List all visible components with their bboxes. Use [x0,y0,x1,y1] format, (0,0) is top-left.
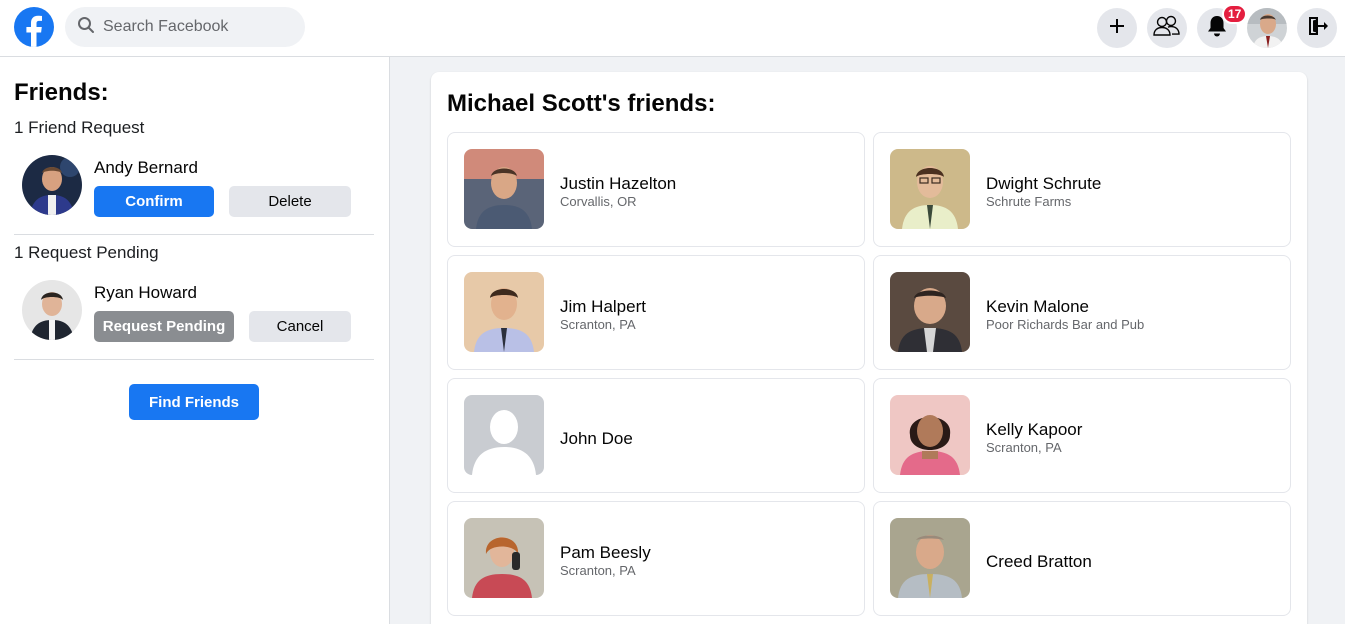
friends-icon [1152,15,1182,42]
friend-card[interactable]: Jim Halpert Scranton, PA [447,255,865,370]
friend-location: Scranton, PA [560,317,636,332]
delete-button[interactable]: Delete [229,186,351,217]
friend-name[interactable]: John Doe [560,429,633,449]
friend-name[interactable]: Jim Halpert [560,297,646,317]
search-bar[interactable] [65,7,305,47]
friend-photo[interactable] [464,149,544,229]
find-friends-button[interactable]: Find Friends [129,384,259,420]
pending-requests-heading: 1 Request Pending [14,243,159,262]
friend-name[interactable]: Pam Beesly [560,543,651,563]
request-pending-button[interactable]: Request Pending [94,311,234,342]
friend-card[interactable]: Kevin Malone Poor Richards Bar and Pub [873,255,1291,370]
friend-location: Poor Richards Bar and Pub [986,317,1145,332]
friends-sidebar: Friends: 1 Friend Request Andy Bernard C… [0,57,390,624]
divider [14,234,374,235]
friend-name[interactable]: Dwight Schrute [986,174,1101,194]
friend-card[interactable]: Kelly Kapoor Scranton, PA [873,378,1291,493]
page-title: Michael Scott's friends: [447,90,716,117]
friend-card[interactable]: Pam Beesly Scranton, PA [447,501,865,616]
friend-photo[interactable] [890,518,970,598]
confirm-button[interactable]: Confirm [94,186,214,217]
friend-name[interactable]: Justin Hazelton [560,174,676,194]
logout-button[interactable] [1297,8,1337,48]
search-input[interactable] [103,18,293,36]
friend-name[interactable]: Creed Bratton [986,552,1092,572]
friends-button[interactable] [1147,8,1187,48]
friend-card[interactable]: Dwight Schrute Schrute Farms [873,132,1291,247]
friend-requests-heading: 1 Friend Request [14,118,145,137]
avatar[interactable] [22,280,82,340]
pending-recipient-name[interactable]: Ryan Howard [94,283,197,303]
friend-card[interactable]: Justin Hazelton Corvallis, OR [447,132,865,247]
friend-photo[interactable] [890,149,970,229]
divider [14,359,374,360]
friend-photo[interactable] [464,395,544,475]
friend-photo[interactable] [890,272,970,352]
profile-avatar[interactable] [1247,8,1287,48]
logout-icon [1306,15,1328,42]
friend-location: Schrute Farms [986,194,1072,209]
friend-card[interactable]: Creed Bratton [873,501,1291,616]
friend-card[interactable]: John Doe [447,378,865,493]
friend-photo[interactable] [464,272,544,352]
friend-name[interactable]: Kelly Kapoor [986,420,1082,440]
facebook-logo-icon[interactable] [14,7,54,47]
friend-location: Corvallis, OR [560,194,637,209]
request-sender-name[interactable]: Andy Bernard [94,158,198,178]
cancel-button[interactable]: Cancel [249,311,351,342]
create-button[interactable] [1097,8,1137,48]
friend-photo[interactable] [464,518,544,598]
friends-list-card: Michael Scott's friends: Justin Hazelton… [431,72,1307,624]
search-icon [77,16,95,39]
friend-location: Scranton, PA [986,440,1062,455]
plus-icon [1107,16,1127,41]
friend-location: Scranton, PA [560,563,636,578]
friend-photo[interactable] [890,395,970,475]
avatar[interactable] [22,155,82,215]
top-navigation-bar: 17 [0,0,1345,57]
sidebar-title: Friends: [14,79,109,106]
friend-name[interactable]: Kevin Malone [986,297,1089,317]
notification-count-badge: 17 [1222,4,1248,24]
